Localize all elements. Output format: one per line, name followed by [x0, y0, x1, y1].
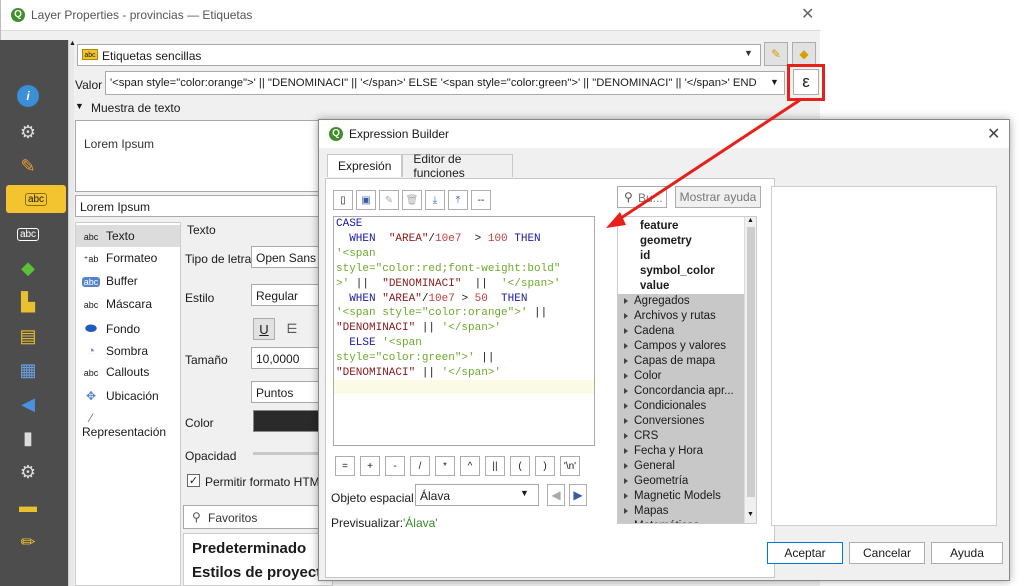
- annotation-arrow: [606, 98, 801, 228]
